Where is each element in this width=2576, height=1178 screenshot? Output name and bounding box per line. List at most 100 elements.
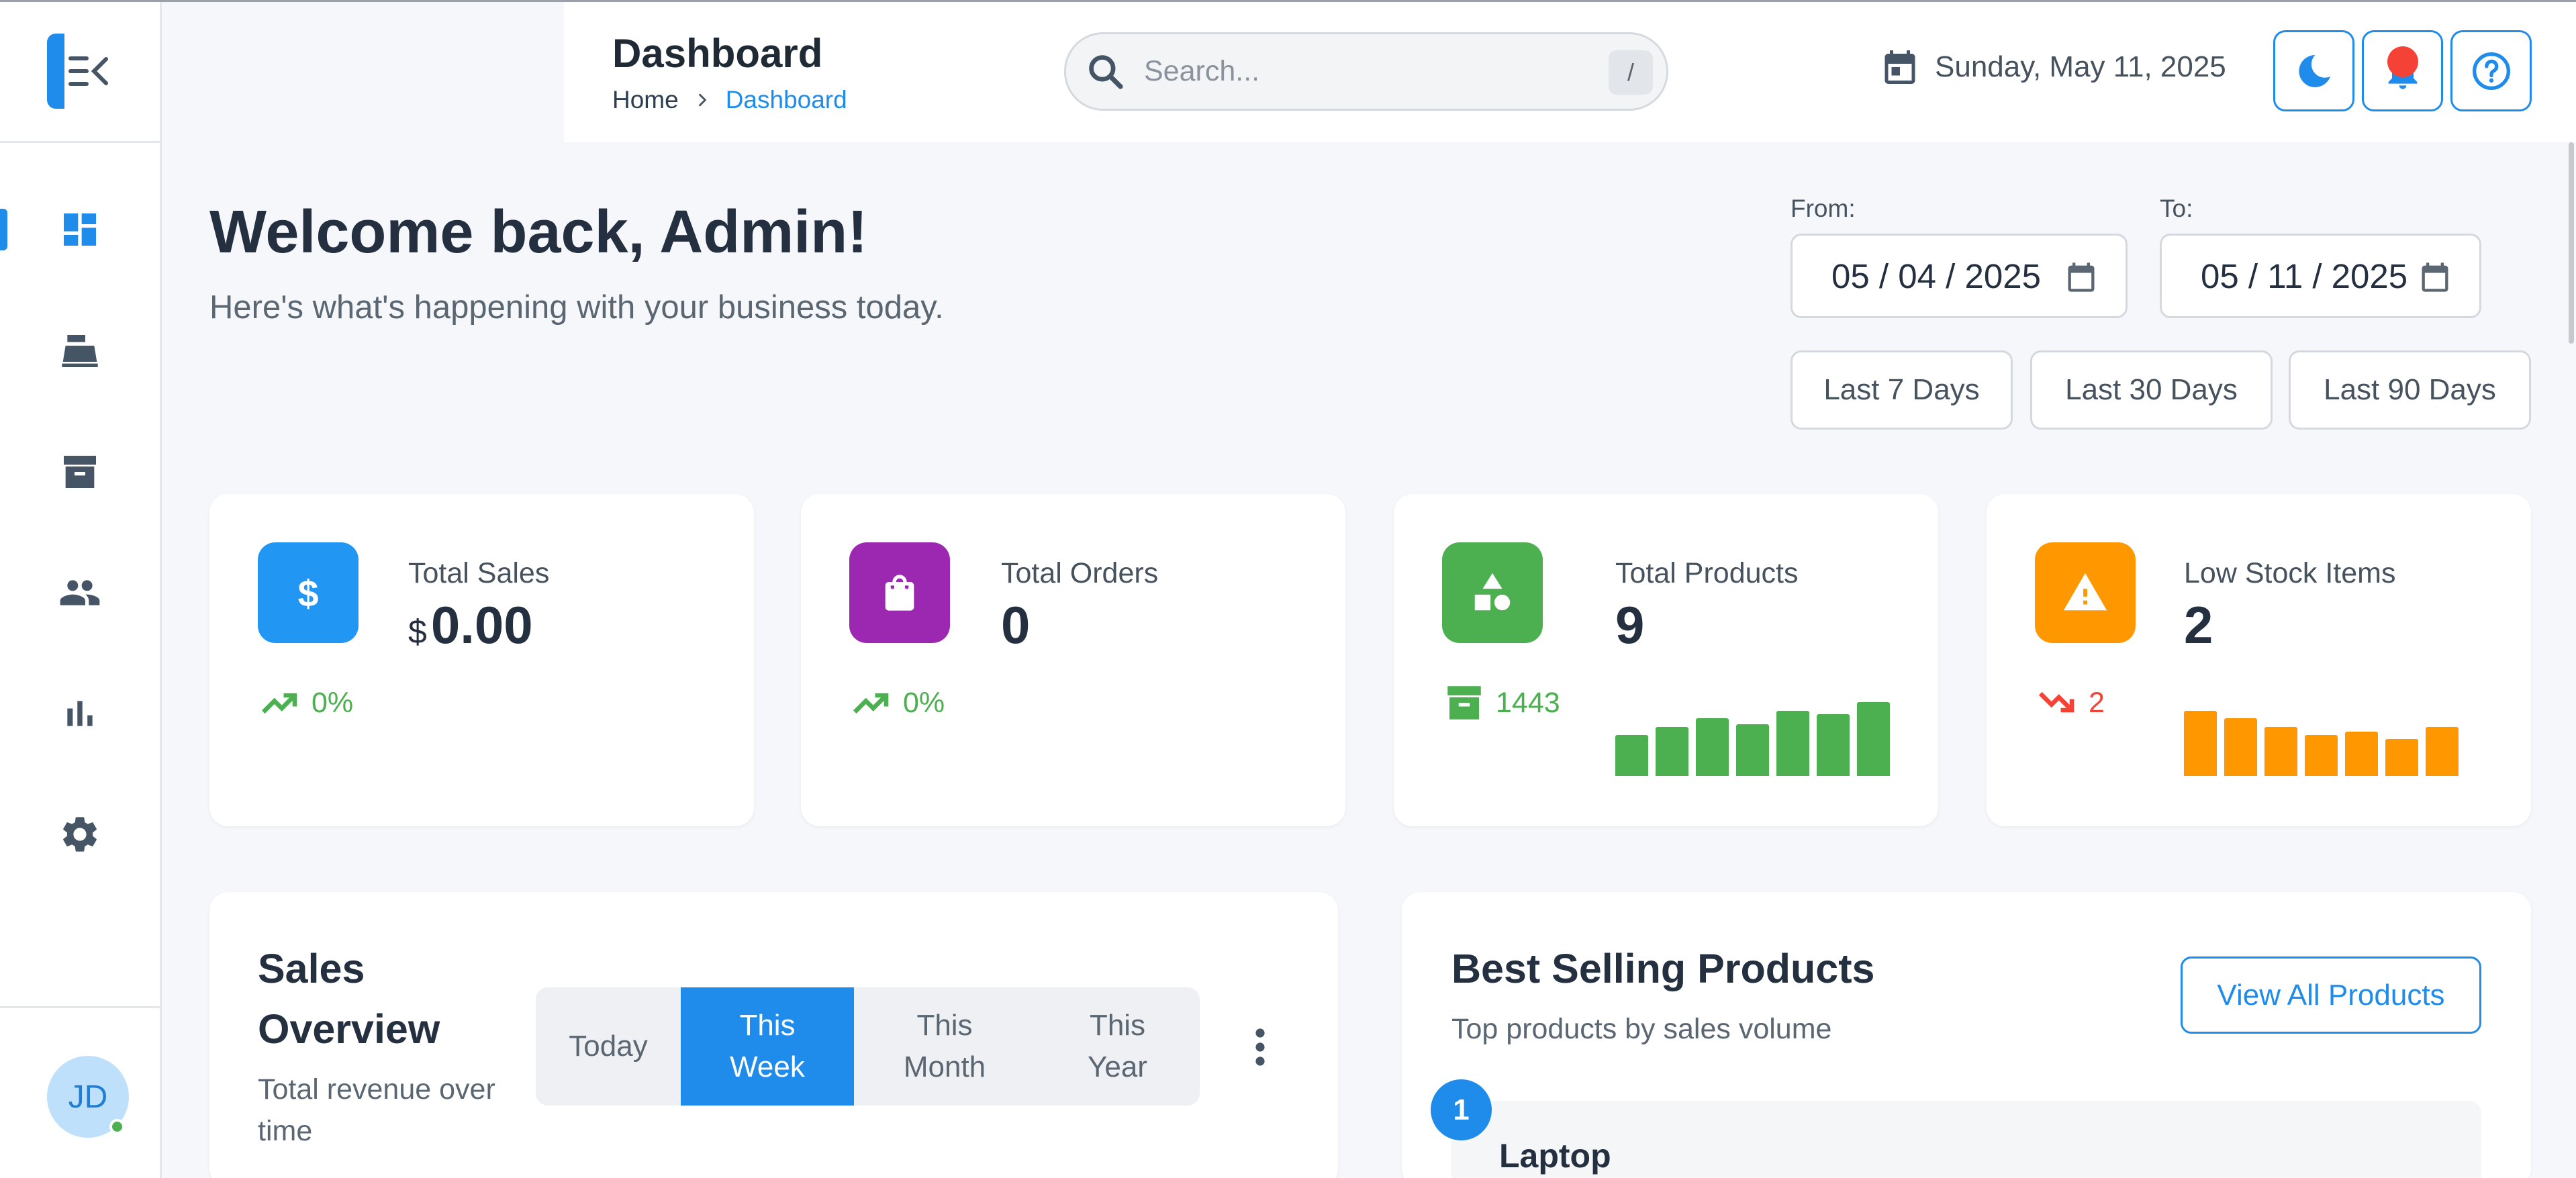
currency-symbol: $ xyxy=(408,613,427,650)
stat-trend: 2 xyxy=(2035,681,2105,725)
best-selling-title: Best Selling Products xyxy=(1451,946,1875,991)
sparkline-bar xyxy=(2345,732,2378,776)
stat-value-number: 0.00 xyxy=(430,595,533,654)
view-all-products-button[interactable]: View All Products xyxy=(2181,956,2481,1034)
last-7-days-button[interactable]: Last 7 Days xyxy=(1791,350,2013,430)
page-title: Dashboard xyxy=(612,31,823,76)
stat-trend: 0% xyxy=(849,681,945,725)
to-date-value: 05 / 11 / 2025 xyxy=(2201,256,2408,295)
current-date-text: Sunday, May 11, 2025 xyxy=(1935,50,2226,83)
menu-collapse-icon[interactable] xyxy=(47,34,111,109)
product-name: Laptop xyxy=(1499,1137,1611,1175)
stat-trend-value: 0% xyxy=(903,686,945,719)
stock-units: 1443 xyxy=(1442,681,1560,725)
stat-card-total-products: Total Products 9 1443 xyxy=(1394,494,1938,826)
dollar-icon: $ xyxy=(258,542,359,643)
stock-units-value: 1443 xyxy=(1496,686,1560,719)
theme-toggle-button[interactable] xyxy=(2273,30,2354,111)
breadcrumb-current: Dashboard xyxy=(725,86,847,113)
from-date-field[interactable]: 05 / 04 / 2025 xyxy=(1791,234,2128,318)
tab-this-week[interactable]: This Week xyxy=(681,987,854,1106)
stat-value: 0 xyxy=(1001,595,1031,654)
sparkline-bar xyxy=(2264,727,2297,776)
page-scrollbar[interactable] xyxy=(2569,142,2574,344)
sparkline-bar xyxy=(1776,711,1809,776)
welcome-heading: Welcome back, Admin! xyxy=(209,199,868,266)
shapes-icon xyxy=(1442,542,1543,643)
sparkline-bar xyxy=(2385,739,2418,776)
sales-overview-subtitle: Total revenue over time xyxy=(258,1073,495,1147)
period-selector: Today This Week This Month This Year xyxy=(536,987,1200,1106)
breadcrumb: Home Dashboard xyxy=(612,86,847,114)
to-label: To: xyxy=(2160,195,2193,222)
search-input[interactable]: Search... xyxy=(1144,55,1259,88)
sparkline-bar xyxy=(1736,724,1769,776)
calendar-icon[interactable] xyxy=(2064,260,2099,295)
stat-title: Low Stock Items xyxy=(2184,557,2396,589)
shopping-bag-icon xyxy=(849,542,950,643)
tab-this-year[interactable]: This Year xyxy=(1035,987,1200,1106)
sidebar-item-customers[interactable] xyxy=(0,552,160,633)
sidebar-item-settings[interactable] xyxy=(0,794,160,875)
to-date-field[interactable]: 05 / 11 / 2025 xyxy=(2160,234,2481,318)
sparkline-bar xyxy=(2305,735,2338,776)
sidebar-item-reports[interactable] xyxy=(0,673,160,754)
bar-chart-icon xyxy=(67,701,93,726)
sparkline-bar xyxy=(2184,711,2217,776)
sparkline-bar xyxy=(2224,718,2257,776)
gear-icon xyxy=(63,817,97,852)
welcome-subtitle: Here's what's happening with your busine… xyxy=(209,289,944,326)
sparkline-bar xyxy=(1615,735,1648,776)
sparkline-bar xyxy=(1857,702,1890,776)
stat-card-total-orders: Total Orders 0 0% xyxy=(801,494,1345,826)
search-shortcut-hint: / xyxy=(1609,50,1653,95)
stat-title: Total Products xyxy=(1615,557,1799,589)
stat-value: 2 xyxy=(2184,595,2213,654)
cash-register-icon xyxy=(62,335,98,367)
breadcrumb-home[interactable]: Home xyxy=(612,86,679,114)
search-bar[interactable]: Search... / xyxy=(1064,32,1668,111)
sidebar-divider xyxy=(0,1006,162,1008)
sidebar: JD xyxy=(0,2,162,1178)
users-icon xyxy=(60,580,100,605)
dashboard-icon xyxy=(64,213,96,246)
trending-up-icon xyxy=(261,693,297,714)
sidebar-item-dashboard[interactable] xyxy=(0,189,160,270)
warning-icon xyxy=(2035,542,2136,643)
stat-title: Total Sales xyxy=(408,557,550,589)
svg-text:$: $ xyxy=(298,573,319,614)
stat-card-total-sales: $ Total Sales $0.00 0% xyxy=(209,494,754,826)
sparkline-bar xyxy=(1656,727,1688,776)
sparkline-bar xyxy=(1696,718,1729,776)
from-date-value: 05 / 04 / 2025 xyxy=(1831,256,2041,295)
more-options-icon[interactable] xyxy=(1250,1027,1270,1067)
tab-this-month[interactable]: This Month xyxy=(854,987,1035,1106)
best-selling-subtitle: Top products by sales volume xyxy=(1451,1013,1832,1045)
last-90-days-button[interactable]: Last 90 Days xyxy=(2289,350,2531,430)
tab-today[interactable]: Today xyxy=(536,987,681,1106)
help-button[interactable] xyxy=(2450,30,2532,111)
sidebar-item-inventory[interactable] xyxy=(0,432,160,512)
archive-icon xyxy=(1447,686,1481,720)
chevron-right-icon xyxy=(698,93,707,107)
stat-trend-value: 2 xyxy=(2089,686,2105,719)
stat-value: 9 xyxy=(1615,595,1645,654)
low-stock-sparkline xyxy=(2184,699,2459,776)
trending-up-icon xyxy=(853,693,889,714)
current-date: Sunday, May 11, 2025 xyxy=(1880,47,2226,87)
last-30-days-button[interactable]: Last 30 Days xyxy=(2030,350,2273,430)
rank-badge: 1 xyxy=(1431,1079,1492,1140)
search-icon xyxy=(1089,54,1123,89)
trending-down-icon xyxy=(2038,691,2074,713)
stat-title: Total Orders xyxy=(1001,557,1159,589)
sidebar-item-pos[interactable] xyxy=(0,311,160,391)
sidebar-divider xyxy=(0,141,162,143)
calendar-icon[interactable] xyxy=(2418,260,2452,295)
stat-value: $0.00 xyxy=(408,595,533,656)
archive-icon xyxy=(64,456,96,488)
stat-card-low-stock: Low Stock Items 2 2 xyxy=(1987,494,2531,826)
from-label: From: xyxy=(1791,195,1856,222)
online-status-dot xyxy=(109,1119,125,1134)
notification-badge xyxy=(2387,46,2418,77)
calendar-icon xyxy=(1885,50,1915,84)
